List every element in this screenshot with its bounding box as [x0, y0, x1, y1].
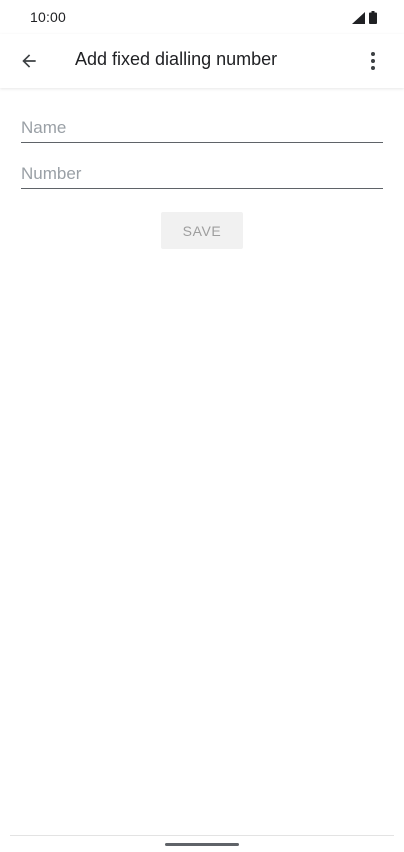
nav-divider [10, 835, 394, 836]
gesture-nav-handle[interactable] [165, 843, 239, 846]
status-icons [352, 10, 377, 24]
cellular-signal-icon [352, 12, 365, 24]
number-field-container [21, 159, 383, 189]
name-field-container [21, 113, 383, 143]
back-button[interactable] [14, 46, 44, 76]
status-bar: 10:00 [0, 0, 404, 34]
page-title: Add fixed dialling number [75, 49, 278, 69]
battery-icon [369, 11, 377, 24]
arrow-back-icon [22, 54, 36, 68]
status-time: 10:00 [30, 9, 67, 25]
name-field[interactable] [21, 113, 383, 142]
app-bar: Add fixed dialling number [0, 34, 404, 88]
screen: 10:00 Add fixed dialling number Name Num… [0, 0, 404, 852]
number-field[interactable] [21, 159, 383, 188]
save-button[interactable]: SAVE [161, 212, 243, 249]
more-vert-icon [371, 52, 375, 70]
more-options-button[interactable] [358, 46, 388, 76]
